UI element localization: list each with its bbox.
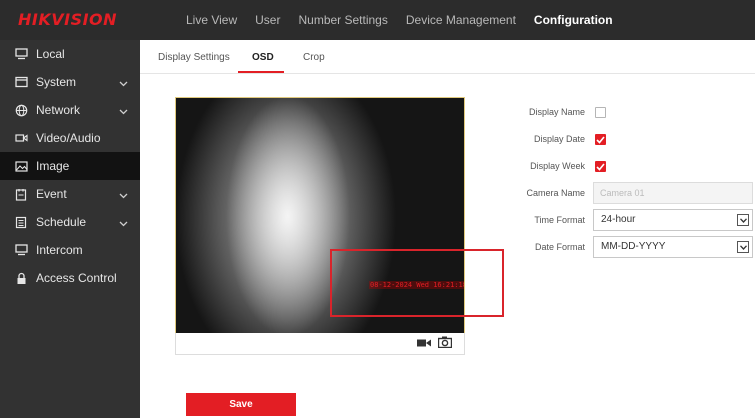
save-button[interactable]: Save: [186, 393, 296, 416]
date-format-value: MM-DD-YYYY: [601, 241, 666, 252]
sidebar-item-system[interactable]: System: [0, 68, 140, 96]
nav-device-management[interactable]: Device Management: [406, 13, 516, 27]
time-format-value: 24-hour: [601, 214, 636, 225]
sidebar-item-label: Video/Audio: [36, 131, 101, 145]
display-week-checkbox[interactable]: [595, 161, 606, 172]
sidebar-item-schedule[interactable]: Schedule: [0, 208, 140, 236]
chevron-down-icon[interactable]: [737, 241, 749, 253]
chevron-down-icon[interactable]: [119, 76, 128, 90]
sidebar-item-video-audio[interactable]: Video/Audio: [0, 124, 140, 152]
sidebar-item-access-control[interactable]: Access Control: [0, 264, 140, 292]
sidebar-item-label: Event: [36, 187, 67, 201]
top-nav: Live View User Number Settings Device Ma…: [186, 0, 631, 40]
sidebar-item-local[interactable]: Local: [0, 40, 140, 68]
list-icon: [14, 215, 28, 229]
camera-name-label: Camera Name: [526, 188, 585, 198]
date-format-label: Date Format: [534, 242, 585, 252]
calendar-icon: [14, 187, 28, 201]
nav-user[interactable]: User: [255, 13, 280, 27]
top-bar: HIKVISION Live View User Number Settings…: [0, 0, 755, 40]
sidebar-item-label: Schedule: [36, 215, 87, 229]
sidebar-item-label: Access Control: [36, 271, 117, 285]
nav-configuration[interactable]: Configuration: [534, 13, 613, 27]
preview-toolbar: [175, 333, 465, 355]
checkmark-icon: [596, 162, 605, 171]
sidebar-item-event[interactable]: Event: [0, 180, 140, 208]
nav-live-view[interactable]: Live View: [186, 13, 237, 27]
monitor-icon: [14, 47, 28, 61]
time-format-select[interactable]: 24-hour: [593, 209, 753, 231]
chevron-down-icon[interactable]: [119, 104, 128, 118]
display-date-checkbox[interactable]: [595, 134, 606, 145]
window-icon: [14, 75, 28, 89]
active-tab-indicator: [238, 71, 284, 73]
sidebar-item-label: Intercom: [36, 243, 83, 257]
date-format-select[interactable]: MM-DD-YYYY: [593, 236, 753, 258]
display-date-label: Display Date: [533, 134, 585, 144]
checkmark-icon: [596, 135, 605, 144]
tab-crop[interactable]: Crop: [303, 52, 325, 63]
tab-osd[interactable]: OSD: [252, 52, 274, 63]
sidebar-item-label: Image: [36, 159, 70, 173]
chevron-down-icon[interactable]: [119, 188, 128, 202]
camera-name-input[interactable]: Camera 01: [593, 182, 753, 204]
brand-logo: HIKVISION: [18, 10, 118, 29]
display-name-label: Display Name: [528, 107, 585, 117]
chevron-down-icon[interactable]: [737, 214, 749, 226]
tab-display-settings[interactable]: Display Settings: [158, 52, 230, 63]
lock-icon: [14, 271, 28, 285]
nav-number-settings[interactable]: Number Settings: [298, 13, 387, 27]
video-icon: [14, 131, 28, 145]
record-icon[interactable]: [417, 338, 431, 351]
camera-icon[interactable]: [437, 336, 453, 351]
time-format-label: Time Format: [534, 215, 585, 225]
sidebar-item-label: System: [36, 75, 77, 89]
sidebar-item-image[interactable]: Image: [0, 152, 140, 180]
display-week-label: Display Week: [530, 161, 585, 171]
display-name-checkbox[interactable]: [595, 107, 606, 118]
monitor-icon: [14, 243, 28, 257]
sidebar-item-label: Local: [36, 47, 65, 61]
sidebar-item-intercom[interactable]: Intercom: [0, 236, 140, 264]
image-icon: [14, 159, 28, 173]
tab-bar: Display Settings OSD Crop: [140, 40, 755, 74]
sidebar: Local System Network Video/Audio Image E…: [0, 40, 140, 418]
sidebar-item-label: Network: [36, 103, 81, 117]
globe-icon: [14, 103, 28, 117]
annotation-highlight-box: [330, 249, 504, 317]
sidebar-item-network[interactable]: Network: [0, 96, 140, 124]
chevron-down-icon[interactable]: [119, 216, 128, 230]
